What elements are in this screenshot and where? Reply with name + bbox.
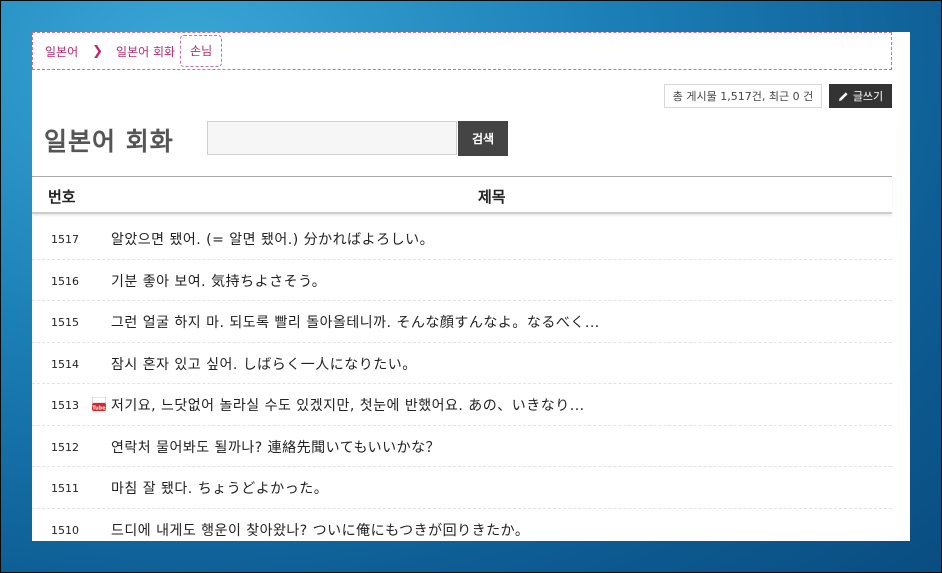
- column-header-title: 제목: [478, 188, 506, 206]
- table-row[interactable]: 1511 마침 잘 됐다. ちょうどよかった。: [32, 467, 892, 509]
- table-row[interactable]: 1513 Tube 저기요, 느닷없어 놀라실 수도 있겠지만, 첫눈에 반했어…: [32, 384, 892, 426]
- row-title[interactable]: 드디에 내게도 행운이 찾아왔나? ついに俺にもつきが回りきたか。: [111, 520, 529, 540]
- row-number: 1512: [51, 440, 79, 454]
- row-title[interactable]: 연락처 물어봐도 될까나? 連絡先聞いてもいいかな？: [111, 437, 440, 457]
- write-button[interactable]: 글쓰기: [829, 84, 892, 108]
- table-row[interactable]: 1515 그런 얼굴 하지 마. 되도록 빨리 돌아올테니까. そんな顔すんなよ…: [32, 301, 892, 343]
- write-button-label: 글쓰기: [852, 90, 884, 103]
- column-header-number: 번호: [48, 188, 76, 206]
- row-number: 1515: [51, 316, 79, 329]
- table-row[interactable]: 1516 기분 좋아 보여. 気持ちよさそう。: [32, 260, 892, 301]
- svg-text:Tube: Tube: [92, 405, 106, 411]
- pencil-icon: [838, 91, 849, 102]
- post-count-badge: 총 게시물 1,517건, 최근 0 건: [664, 84, 822, 108]
- post-list: 1517 알았으면 됐어. (= 알면 됐어.) 分かればよろしい。 1516 …: [32, 218, 892, 541]
- table-header: 번호 제목: [32, 176, 892, 214]
- youtube-icon: Tube: [91, 396, 107, 411]
- table-row[interactable]: 1510 드디에 내게도 행운이 찾아왔나? ついに俺にもつきが回りきたか。: [32, 509, 892, 542]
- row-number: 1511: [51, 482, 79, 495]
- row-title[interactable]: 그런 얼굴 하지 마. 되도록 빨리 돌아올테니까. そんな顔すんなよ。なるべく…: [111, 312, 600, 332]
- table-row[interactable]: 1512 연락처 물어봐도 될까나? 連絡先聞いてもいいかな？: [32, 426, 892, 467]
- board-panel: 일본어 ❯ 일본어 회화 손님 총 게시물 1,517건, 최근 0 건 글쓰기…: [32, 32, 910, 541]
- search-input[interactable]: [207, 121, 457, 155]
- table-row[interactable]: 1514 잠시 혼자 있고 싶어. しばらく一人になりたい。: [32, 343, 892, 384]
- row-number: 1517: [51, 233, 79, 246]
- row-title[interactable]: 마침 잘 됐다. ちょうどよかった。: [111, 478, 328, 498]
- row-number: 1514: [51, 357, 79, 371]
- table-row[interactable]: 1517 알았으면 됐어. (= 알면 됐어.) 分かればよろしい。: [32, 218, 892, 260]
- breadcrumb-item-japanese[interactable]: 일본어: [45, 43, 78, 60]
- breadcrumb: 일본어 ❯ 일본어 회화 손님: [32, 32, 892, 70]
- breadcrumb-item-conversation[interactable]: 일본어 회화: [116, 43, 175, 60]
- row-title[interactable]: 잠시 혼자 있고 싶어. しばらく一人になりたい。: [111, 354, 417, 374]
- row-number: 1516: [51, 274, 79, 288]
- chevron-right-icon: ❯: [92, 43, 104, 59]
- breadcrumb-item-guest[interactable]: 손님: [180, 35, 223, 67]
- search-button[interactable]: 검색: [458, 121, 508, 156]
- row-title[interactable]: 저기요, 느닷없어 놀라실 수도 있겠지만, 첫눈에 반했어요. あの、いきなり…: [111, 395, 585, 415]
- row-title[interactable]: 알았으면 됐어. (= 알면 됐어.) 分かればよろしい。: [111, 229, 434, 249]
- page-title: 일본어 회화: [44, 127, 174, 156]
- row-number: 1513: [51, 399, 79, 412]
- row-number: 1510: [51, 523, 79, 537]
- row-title[interactable]: 기분 좋아 보여. 気持ちよさそう。: [111, 271, 326, 291]
